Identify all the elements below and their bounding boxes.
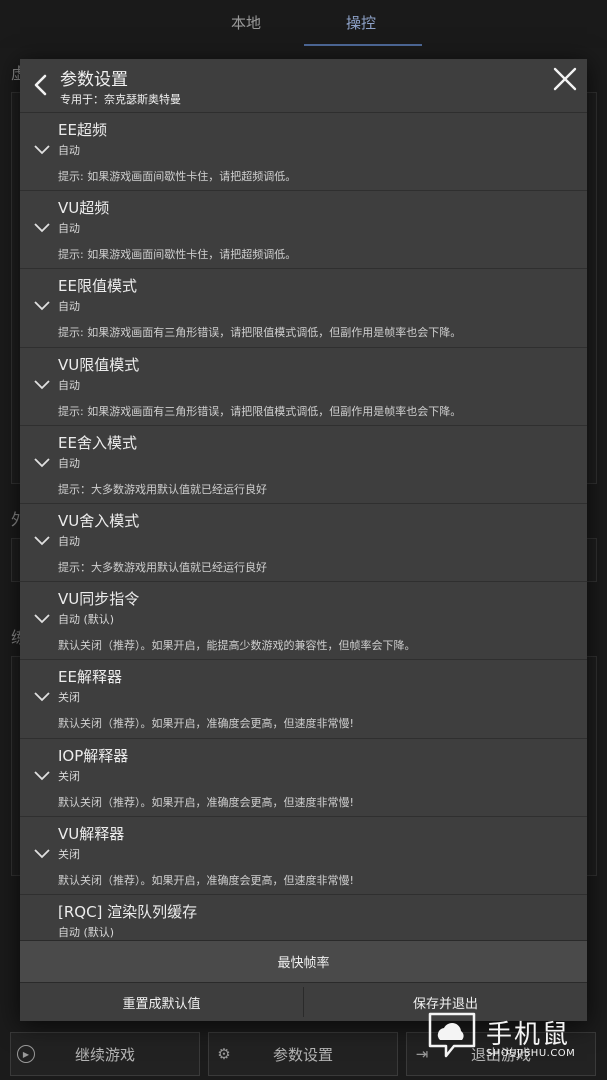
setting-vu-overclock[interactable]: VU超频 自动 提示: 如果游戏画面间歇性卡住，请把超频调低。 [20, 191, 587, 270]
back-arrow-icon[interactable] [32, 73, 50, 97]
watermark: 手机鼠 SHOUJISHU.COM [424, 1010, 594, 1068]
setting-title: VU同步指令 [58, 590, 140, 609]
chevron-down-icon [34, 458, 50, 468]
setting-title: EE舍入模式 [58, 433, 137, 452]
setting-title: EE限值模式 [58, 277, 137, 296]
setting-title: VU解释器 [58, 824, 125, 843]
setting-vu-sync[interactable]: VU同步指令 自动 (默认) 默认关闭（推荐）。如果开启，能提高少数游戏的兼容性… [20, 582, 587, 661]
play-circle-icon: ▶ [17, 1045, 35, 1063]
setting-hint: 提示：大多数游戏用默认值就已经运行良好 [58, 482, 267, 496]
setting-value: 自动 [58, 534, 80, 548]
setting-value: 自动 [58, 456, 80, 470]
chevron-down-icon [34, 536, 50, 546]
setting-title: IOP解释器 [58, 746, 129, 765]
setting-title: VU超频 [58, 199, 110, 218]
setting-value: 自动 [58, 222, 80, 236]
chevron-down-icon [34, 301, 50, 311]
settings-button[interactable]: ⚙ 参数设置 [208, 1032, 398, 1076]
setting-hint: 默认关闭（推荐）。如果开启，能提高少数游戏的兼容性，但帧率会下降。 [58, 639, 416, 653]
setting-hint: 默认关闭（推荐）。如果开启，准确度会更高，但速度非常慢! [58, 795, 354, 809]
setting-value: 自动 (默认) [58, 925, 115, 939]
setting-value: 自动 [58, 378, 80, 392]
dialog-header: 参数设置 专用于：奈克瑟斯奥特曼 [20, 59, 587, 113]
top-tab-bar: 本地 操控 [0, 0, 607, 48]
continue-game-button[interactable]: ▶ 继续游戏 [10, 1032, 200, 1076]
setting-title: EE超频 [58, 121, 107, 139]
setting-value: 自动 (默认) [58, 613, 115, 627]
setting-title: VU舍入模式 [58, 511, 140, 530]
setting-hint: 提示: 如果游戏画面有三角形错误，请把限值模式调低，但副作用是帧率也会下降。 [58, 404, 462, 418]
chevron-down-icon [34, 692, 50, 702]
settings-label: 参数设置 [272, 1045, 333, 1064]
setting-title: VU限值模式 [58, 355, 140, 374]
setting-value: 关闭 [58, 691, 80, 705]
continue-game-label: 继续游戏 [74, 1045, 135, 1064]
setting-value: 自动 [58, 144, 80, 157]
setting-vu-interpreter[interactable]: VU解释器 关闭 默认关闭（推荐）。如果开启，准确度会更高，但速度非常慢! [20, 817, 587, 895]
settings-list[interactable]: EE超频 自动 提示: 如果游戏画面间歇性卡住，请把超频调低。 VU超频 自动 … [20, 113, 587, 940]
setting-title: [RQC] 渲染队列缓存 [58, 902, 198, 921]
gear-icon: ⚙ [217, 1045, 231, 1063]
close-icon[interactable] [551, 65, 579, 93]
watermark-url: SHOUJISHU.COM [486, 1048, 576, 1059]
dialog-subtitle: 专用于：奈克瑟斯奥特曼 [60, 93, 181, 106]
setting-ee-overclock[interactable]: EE超频 自动 提示: 如果游戏画面间歇性卡住，请把超频调低。 [20, 113, 587, 192]
chevron-down-icon [34, 770, 50, 780]
setting-vu-rounding-mode[interactable]: VU舍入模式 自动 提示：大多数游戏用默认值就已经运行良好 [20, 504, 587, 583]
setting-value: 自动 [58, 300, 80, 314]
setting-vu-clamp-mode[interactable]: VU限值模式 自动 提示: 如果游戏画面有三角形错误，请把限值模式调低，但副作用… [20, 348, 587, 426]
setting-hint: 提示: 如果游戏画面间歇性卡住，请把超频调低。 [58, 170, 297, 183]
setting-hint: 默认关闭（推荐）。如果开启，准确度会更高，但速度非常慢! [58, 873, 354, 887]
setting-iop-interpreter[interactable]: IOP解释器 关闭 默认关闭（推荐）。如果开启，准确度会更高，但速度非常慢! [20, 739, 587, 817]
chevron-down-icon [34, 379, 50, 389]
fastest-fps-button[interactable]: 最快帧率 [20, 940, 587, 982]
settings-dialog: 参数设置 专用于：奈克瑟斯奥特曼 EE超频 自动 提示: 如果游戏画面间歇性卡住… [20, 59, 587, 1021]
fastest-fps-label: 最快帧率 [277, 956, 330, 971]
setting-hint: 提示: 如果游戏画面有三角形错误，请把限值模式调低，但副作用是帧率也会下降。 [58, 326, 462, 340]
dialog-title: 参数设置 [60, 70, 128, 90]
setting-hint: 提示：大多数游戏用默认值就已经运行良好 [58, 560, 267, 574]
setting-value: 关闭 [58, 847, 80, 861]
chevron-down-icon [34, 223, 50, 233]
watermark-logo-icon [428, 1012, 476, 1058]
reset-defaults-label: 重置成默认值 [122, 996, 201, 1012]
watermark-text: 手机鼠 [486, 1020, 571, 1050]
chevron-down-icon [34, 614, 50, 624]
setting-title: EE解释器 [58, 668, 122, 687]
active-tab-indicator [304, 44, 422, 46]
setting-hint: 提示: 如果游戏画面间歇性卡住，请把超频调低。 [58, 248, 297, 262]
setting-hint: 默认关闭（推荐）。如果开启，准确度会更高，但速度非常慢! [58, 717, 354, 731]
setting-ee-clamp-mode[interactable]: EE限值模式 自动 提示: 如果游戏画面有三角形错误，请把限值模式调低，但副作用… [20, 269, 587, 348]
reset-defaults-button[interactable]: 重置成默认值 [20, 983, 303, 1021]
chevron-down-icon [34, 849, 50, 858]
setting-ee-interpreter[interactable]: EE解释器 关闭 默认关闭（推荐）。如果开启，准确度会更高，但速度非常慢! [20, 660, 587, 739]
setting-value: 关闭 [58, 769, 80, 783]
setting-ee-rounding-mode[interactable]: EE舍入模式 自动 提示：大多数游戏用默认值就已经运行良好 [20, 426, 587, 504]
chevron-down-icon [34, 145, 50, 155]
tab-local[interactable]: 本地 [231, 12, 261, 33]
save-and-exit-label: 保存并退出 [412, 996, 478, 1012]
tab-controls[interactable]: 操控 [346, 12, 376, 33]
setting-render-queue-cache[interactable]: [RQC] 渲染队列缓存 自动 (默认) [20, 895, 587, 940]
